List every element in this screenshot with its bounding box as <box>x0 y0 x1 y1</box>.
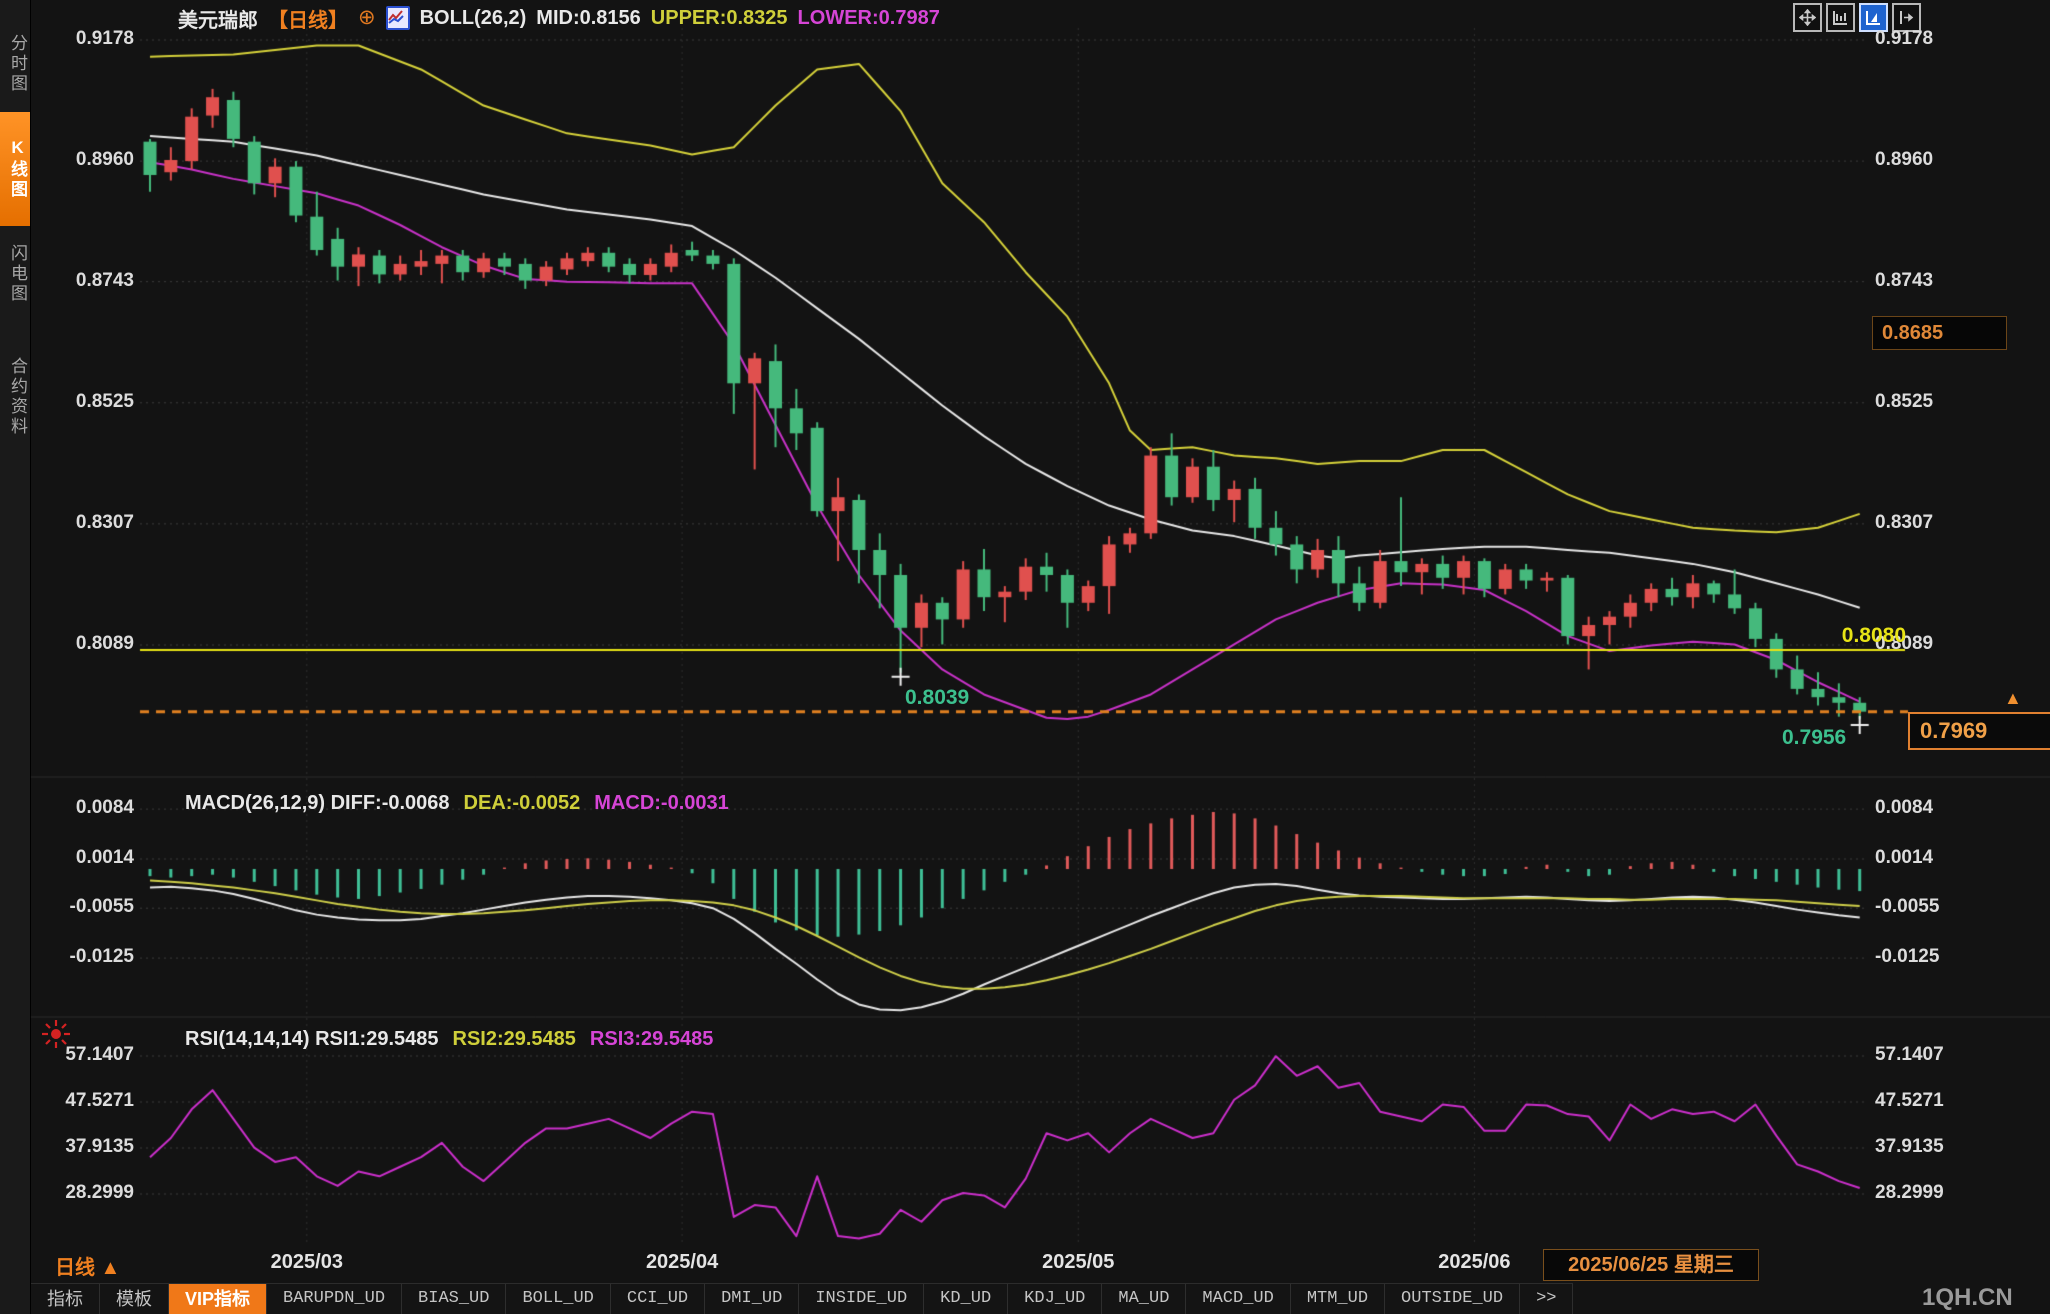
period-tag: 【日线】 <box>268 4 348 33</box>
rsi-tick-left: 37.9135 <box>0 1136 134 1158</box>
macd-tick-left: -0.0125 <box>0 946 134 968</box>
price-tick-left: 0.8525 <box>0 391 134 413</box>
toolbar-item-cci-ud[interactable]: CCI_UD <box>611 1284 705 1314</box>
rsi-tick-right: 57.1407 <box>1875 1044 1944 1066</box>
macd-value: MACD:-0.0031 <box>594 792 728 815</box>
month-label: 2025/05 <box>1008 1251 1148 1274</box>
month-label: 2025/04 <box>612 1251 752 1274</box>
boll-mid-value: MID:0.8156 <box>536 7 641 30</box>
rsi-tick-right: 47.5271 <box>1875 1090 1944 1112</box>
last-candle-low-label: 0.7956 <box>1782 726 1846 750</box>
macd-tick-left: 0.0014 <box>0 847 134 869</box>
price-up-arrow-icon: ▲ <box>2004 688 2022 709</box>
toolbar-item-macd-ud[interactable]: MACD_UD <box>1186 1284 1290 1314</box>
price-tick-left: 0.8743 <box>0 270 134 292</box>
boll-indicator-label: BOLL(26,2) <box>420 7 527 30</box>
axes-scale-icon[interactable] <box>1826 3 1855 32</box>
period-selector[interactable]: 日线 ▲ <box>55 1251 120 1280</box>
boll-lower-value: LOWER:0.7987 <box>798 7 940 30</box>
price-tick-right: 0.8960 <box>1875 149 1933 171</box>
rsi-tick-left: 47.5271 <box>0 1090 134 1112</box>
macd-tick-right: -0.0055 <box>1875 896 1939 918</box>
add-indicator-icon[interactable]: ⊕ <box>358 8 376 28</box>
toolbar-item-inside-ud[interactable]: INSIDE_UD <box>799 1284 924 1314</box>
macd-indicator-labels: MACD(26,12,9) DIFF:-0.0068 DEA:-0.0052 M… <box>185 792 729 815</box>
toolbar-item-outside-ud[interactable]: OUTSIDE_UD <box>1385 1284 1520 1314</box>
rsi-tick-left: 28.2999 <box>0 1182 134 1204</box>
rsi3-value: RSI3:29.5485 <box>590 1028 713 1051</box>
toolbar-item-kd-ud[interactable]: KD_UD <box>924 1284 1008 1314</box>
month-label: 2025/03 <box>237 1251 377 1274</box>
price-tick-right: 0.8525 <box>1875 391 1933 413</box>
price-tick-right: 0.8307 <box>1875 512 1933 534</box>
chart-canvas[interactable] <box>0 0 2050 1250</box>
toolbar-item-dmi-ud[interactable]: DMI_UD <box>705 1284 799 1314</box>
macd-tick-right: -0.0125 <box>1875 946 1939 968</box>
toolbar-item--[interactable]: 指标 <box>31 1284 100 1314</box>
macd-dea-value: DEA:-0.0052 <box>464 792 581 815</box>
crosshair-date-box: 2025/06/25 星期三 <box>1543 1249 1759 1281</box>
watermark: 1QH.CN <box>1922 1284 2013 1312</box>
price-tick-right: 0.8743 <box>1875 270 1933 292</box>
toolbar-item-kdj-ud[interactable]: KDJ_UD <box>1008 1284 1102 1314</box>
mini-chart-glyph <box>388 9 404 25</box>
prev-close-price-tag: 0.8685 <box>1872 316 2007 350</box>
price-tick-left: 0.8307 <box>0 512 134 534</box>
toolbar-item-bias-ud[interactable]: BIAS_UD <box>402 1284 506 1314</box>
swing-low-price-label: 0.8039 <box>905 686 969 710</box>
price-tick-left: 0.8960 <box>0 149 134 171</box>
toolbar-item-mtm-ud[interactable]: MTM_UD <box>1291 1284 1385 1314</box>
price-tick-left: 0.8089 <box>0 633 134 655</box>
chart-application-window: 分时图K线图闪电图合约资料 美元瑞郎 【日线】 ⊕ BOLL(26,2) MID… <box>0 0 2050 1314</box>
rsi-tick-right: 28.2999 <box>1875 1182 1944 1204</box>
symbol-name: 美元瑞郎 <box>178 4 258 33</box>
toolbar-item-barupdn-ud[interactable]: BARUPDN_UD <box>267 1284 402 1314</box>
last-price-tag: 0.7969 <box>1908 712 2050 750</box>
toolbar-item-ma-ud[interactable]: MA_UD <box>1102 1284 1186 1314</box>
indicator-toolbar: 指标模板VIP指标BARUPDN_UDBIAS_UDBOLL_UDCCI_UDD… <box>31 1283 1573 1314</box>
toolbar-item--[interactable]: 模板 <box>100 1284 169 1314</box>
macd-tick-right: 0.0014 <box>1875 847 1933 869</box>
price-pane-titlebar: 美元瑞郎 【日线】 ⊕ BOLL(26,2) MID:0.8156 UPPER:… <box>178 6 940 30</box>
toolbar-item--[interactable]: >> <box>1520 1284 1573 1314</box>
mini-chart-icon[interactable] <box>386 6 410 30</box>
boll-upper-value: UPPER:0.8325 <box>651 7 788 30</box>
toolbar-item-boll-ud[interactable]: BOLL_UD <box>506 1284 610 1314</box>
move-icon[interactable] <box>1793 3 1822 32</box>
rsi2-value: RSI2:29.5485 <box>453 1028 576 1051</box>
hot-indicator-icon[interactable] <box>40 1018 72 1050</box>
macd-tick-left: 0.0084 <box>0 797 134 819</box>
toolbar-item-vip-[interactable]: VIP指标 <box>169 1284 267 1314</box>
yellow-refline-label: 0.8080 <box>1798 624 1906 648</box>
macd-tick-left: -0.0055 <box>0 896 134 918</box>
price-tick-right: 0.9178 <box>1875 28 1933 50</box>
month-label: 2025/06 <box>1404 1251 1544 1274</box>
rsi-tick-right: 37.9135 <box>1875 1136 1944 1158</box>
rsi-indicator-labels: RSI(14,14,14) RSI1:29.5485 RSI2:29.5485 … <box>185 1028 713 1051</box>
macd-tick-right: 0.0084 <box>1875 797 1933 819</box>
macd-name-and-diff: MACD(26,12,9) DIFF:-0.0068 <box>185 792 450 815</box>
price-tick-left: 0.9178 <box>0 28 134 50</box>
rsi-name-and-rsi1: RSI(14,14,14) RSI1:29.5485 <box>185 1028 439 1051</box>
